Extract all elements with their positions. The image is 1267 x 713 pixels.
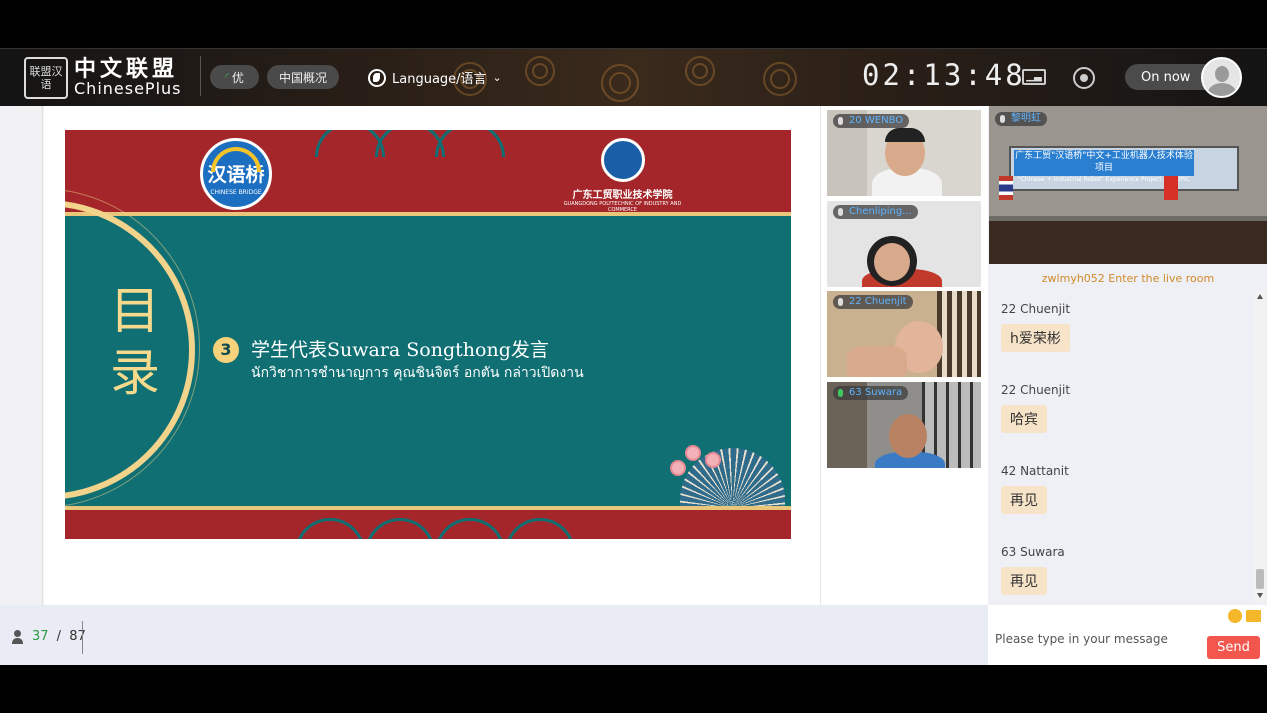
signal-icon[interactable]	[1073, 67, 1095, 89]
room-banner-line1: 广东工贸"汉语桥"中文+工业机器人技术体验项目	[1015, 151, 1193, 173]
chat-scrollbar[interactable]	[1254, 290, 1266, 602]
video-tile-label: 20 WENBO	[833, 114, 910, 128]
logo-cn-text: 中文联盟	[74, 56, 179, 82]
slide-page-counter: 37 / 87	[12, 629, 86, 644]
header-divider	[200, 56, 201, 96]
logo-seal: 联盟汉语	[24, 57, 68, 99]
school-emblem-icon	[600, 138, 645, 182]
language-label: Language/语言	[392, 72, 487, 87]
page-separator: /	[52, 629, 66, 644]
video-tile[interactable]: 22 Chuenjit	[827, 291, 981, 377]
total-pages: 87	[69, 629, 86, 644]
video-tile[interactable]: Chenliping...	[827, 201, 981, 287]
send-button[interactable]: Send	[1207, 636, 1260, 659]
host-video[interactable]: 广东工贸"汉语桥"中文+工业机器人技术体验项目 "Chinese + Indus…	[989, 106, 1267, 264]
presentation-slide: 目录 汉语桥 CHINESE BRIDGE 广东工贸职业技术学院 GUANGDO…	[65, 130, 791, 539]
video-tile-label: Chenliping...	[833, 205, 918, 219]
chat-sender: 22 Chuenjit	[1001, 302, 1071, 316]
chinese-bridge-en: CHINESE BRIDGE	[210, 189, 262, 196]
chat-message: 63 Suwara 再见	[1001, 545, 1065, 595]
agenda-item-subtitle: นักวิชาการชำนาญการ คุณชินจิตร์ อกตัน กล่…	[251, 365, 584, 381]
china-overview-button[interactable]: 中国概况	[267, 65, 339, 89]
host-video-label: 黎明虹	[995, 112, 1047, 126]
chat-sender: 63 Suwara	[1001, 545, 1065, 559]
scroll-down-icon[interactable]	[1257, 593, 1263, 598]
chineseplus-logo: 联盟汉语 中文联盟 ChinesePlus	[24, 57, 182, 99]
left-rail	[0, 106, 43, 605]
agenda-item-number: 3	[213, 337, 239, 363]
globe-icon	[368, 68, 386, 87]
gdpic-en: GUANGDONG POLYTECHNIC OF INDUSTRY AND CO…	[563, 201, 682, 213]
chat-bubble: 再见	[1001, 567, 1047, 595]
chat-message: 22 Chuenjit 哈宾	[1001, 383, 1070, 433]
room-banner: 广东工贸"汉语桥"中文+工业机器人技术体验项目 "Chinese + Indus…	[1014, 150, 1194, 183]
user-avatar[interactable]	[1201, 57, 1242, 98]
emoji-icon[interactable]	[1228, 609, 1242, 623]
agenda-item-title: 学生代表Suwara Songthong发言	[251, 339, 549, 361]
app-window: 联盟汉语 中文联盟 ChinesePlus ◜ 优 中国概况 Language/…	[0, 0, 1267, 713]
chat-sender: 22 Chuenjit	[1001, 383, 1071, 397]
language-selector[interactable]: Language/语言 ⌄	[368, 68, 502, 87]
video-tile-label: 22 Chuenjit	[833, 295, 913, 309]
logo-en-text: ChinesePlus	[74, 79, 182, 98]
quality-label: 优	[231, 70, 244, 85]
chinese-bridge-logo: 汉语桥 CHINESE BRIDGE	[200, 138, 272, 210]
chat-message: 22 Chuenjit h爱荣彬	[1001, 302, 1070, 352]
chat-sender: 42 Nattanit	[1001, 464, 1069, 478]
quality-button[interactable]: ◜ 优	[210, 65, 259, 89]
participants-icon	[12, 629, 28, 644]
bottom-divider	[82, 621, 83, 654]
chat-message-list: 22 Chuenjit h爱荣彬 22 Chuenjit 哈宾 42 Natta…	[989, 290, 1253, 602]
chat-bubble: h爱荣彬	[1001, 324, 1070, 352]
scroll-thumb[interactable]	[1256, 569, 1264, 589]
monitor-icon[interactable]: ▁▃	[1022, 69, 1046, 85]
folder-icon[interactable]	[1246, 610, 1261, 622]
video-tile[interactable]: 20 WENBO	[827, 110, 981, 196]
slide-side-title: 目录	[110, 282, 160, 402]
video-tile[interactable]: 63 Suwara	[827, 382, 981, 468]
chat-message: 42 Nattanit 再见	[1001, 464, 1069, 514]
gdpic-logo: 广东工贸职业技术学院 GUANGDONG POLYTECHNIC OF INDU…	[560, 138, 685, 213]
current-page: 37	[32, 629, 49, 644]
system-message: zwlmyh052 Enter the live room	[1041, 272, 1215, 285]
video-tile-label: 63 Suwara	[833, 386, 909, 400]
gdpic-cn: 广东工贸职业技术学院	[572, 190, 673, 201]
chat-bubble: 哈宾	[1001, 405, 1047, 433]
chat-message-input[interactable]	[995, 628, 1200, 650]
chevron-down-icon: ⌄	[492, 71, 502, 84]
bottom-bar	[0, 605, 988, 665]
scroll-up-icon[interactable]	[1257, 294, 1263, 299]
session-timer: 02:13:48	[862, 58, 1026, 92]
chat-bubble: 再见	[1001, 486, 1047, 514]
wifi-icon: ◜	[225, 71, 229, 83]
